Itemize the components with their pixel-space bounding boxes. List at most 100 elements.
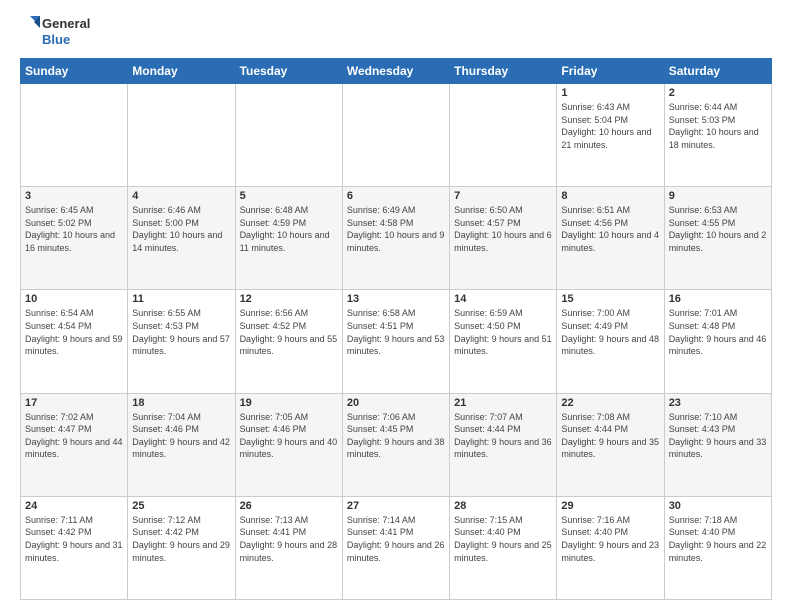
- day-number: 26: [240, 500, 338, 512]
- calendar-week-4: 17Sunrise: 7:02 AMSunset: 4:47 PMDayligh…: [21, 393, 772, 496]
- calendar-week-3: 10 Sunrise: 6:54 AMSunset: 4:54 PMDayligh…: [21, 290, 772, 393]
- header: General Blue: [20, 16, 772, 48]
- day-number: 5: [240, 190, 338, 202]
- day-number: 1: [561, 87, 659, 99]
- logo-graphic: [20, 16, 40, 48]
- day-info: Sunrise: 7:13 AMSunset: 4:41 PMDaylight:…: [240, 514, 338, 564]
- day-number: 16: [669, 293, 767, 305]
- day-number: 12: [240, 293, 338, 305]
- calendar-cell: 16 Sunrise: 7:01 AMSunset: 4:48 PMDayligh…: [664, 290, 771, 393]
- calendar-cell: [21, 84, 128, 187]
- calendar-cell: 7Sunrise: 6:50 AMSunset: 4:57 PMDaylight…: [450, 187, 557, 290]
- calendar-cell: 14 Sunrise: 6:59 AMSunset: 4:50 PMDayligh…: [450, 290, 557, 393]
- calendar-cell: 28 Sunrise: 7:15 AMSunset: 4:40 PMDayligh…: [450, 496, 557, 599]
- calendar-cell: 13Sunrise: 6:58 AMSunset: 4:51 PMDayligh…: [342, 290, 449, 393]
- calendar-cell: 12 Sunrise: 6:56 AMSunset: 4:52 PMDayligh…: [235, 290, 342, 393]
- calendar-cell: [235, 84, 342, 187]
- calendar-cell: 11Sunrise: 6:55 AMSunset: 4:53 PMDayligh…: [128, 290, 235, 393]
- calendar-cell: 1Sunrise: 6:43 AMSunset: 5:04 PMDaylight…: [557, 84, 664, 187]
- calendar-cell: 27Sunrise: 7:14 AMSunset: 4:41 PMDayligh…: [342, 496, 449, 599]
- logo-container: General Blue: [20, 16, 90, 48]
- day-number: 3: [25, 190, 123, 202]
- weekday-thursday: Thursday: [450, 59, 557, 84]
- day-number: 15: [561, 293, 659, 305]
- day-info: Sunrise: 6:54 AMSunset: 4:54 PMDaylight:…: [25, 307, 123, 357]
- calendar-cell: [450, 84, 557, 187]
- day-info: Sunrise: 7:06 AMSunset: 4:45 PMDaylight:…: [347, 411, 445, 461]
- day-info: Sunrise: 7:18 AMSunset: 4:40 PMDaylight:…: [669, 514, 767, 564]
- weekday-sunday: Sunday: [21, 59, 128, 84]
- calendar-cell: 22Sunrise: 7:08 AMSunset: 4:44 PMDayligh…: [557, 393, 664, 496]
- day-info: Sunrise: 7:00 AMSunset: 4:49 PMDaylight:…: [561, 307, 659, 357]
- day-number: 11: [132, 293, 230, 305]
- day-number: 10: [25, 293, 123, 305]
- day-info: Sunrise: 7:16 AMSunset: 4:40 PMDaylight:…: [561, 514, 659, 564]
- calendar-cell: 4Sunrise: 6:46 AMSunset: 5:00 PMDaylight…: [128, 187, 235, 290]
- day-info: Sunrise: 6:44 AMSunset: 5:03 PMDaylight:…: [669, 101, 767, 151]
- day-info: Sunrise: 6:56 AMSunset: 4:52 PMDaylight:…: [240, 307, 338, 357]
- day-number: 21: [454, 397, 552, 409]
- logo-text: General Blue: [42, 16, 90, 47]
- day-number: 2: [669, 87, 767, 99]
- day-info: Sunrise: 6:50 AMSunset: 4:57 PMDaylight:…: [454, 204, 552, 254]
- calendar-cell: 2 Sunrise: 6:44 AMSunset: 5:03 PMDaylight…: [664, 84, 771, 187]
- day-info: Sunrise: 7:02 AMSunset: 4:47 PMDaylight:…: [25, 411, 123, 461]
- calendar-cell: 5 Sunrise: 6:48 AMSunset: 4:59 PMDaylight…: [235, 187, 342, 290]
- day-info: Sunrise: 6:53 AMSunset: 4:55 PMDaylight:…: [669, 204, 767, 254]
- calendar-cell: 19 Sunrise: 7:05 AMSunset: 4:46 PMDayligh…: [235, 393, 342, 496]
- weekday-header-row: SundayMondayTuesdayWednesdayThursdayFrid…: [21, 59, 772, 84]
- calendar-week-1: 1Sunrise: 6:43 AMSunset: 5:04 PMDaylight…: [21, 84, 772, 187]
- day-number: 9: [669, 190, 767, 202]
- logo-general: General: [42, 16, 90, 32]
- calendar-page: General Blue SundayMondayTuesdayWednesda…: [0, 0, 792, 612]
- day-number: 18: [132, 397, 230, 409]
- calendar-cell: 25 Sunrise: 7:12 AMSunset: 4:42 PMDayligh…: [128, 496, 235, 599]
- day-info: Sunrise: 6:58 AMSunset: 4:51 PMDaylight:…: [347, 307, 445, 357]
- day-number: 25: [132, 500, 230, 512]
- weekday-friday: Friday: [557, 59, 664, 84]
- calendar-cell: 17Sunrise: 7:02 AMSunset: 4:47 PMDayligh…: [21, 393, 128, 496]
- day-number: 20: [347, 397, 445, 409]
- calendar-cell: 9 Sunrise: 6:53 AMSunset: 4:55 PMDaylight…: [664, 187, 771, 290]
- calendar-cell: 24 Sunrise: 7:11 AMSunset: 4:42 PMDayligh…: [21, 496, 128, 599]
- calendar-cell: 10 Sunrise: 6:54 AMSunset: 4:54 PMDayligh…: [21, 290, 128, 393]
- day-number: 19: [240, 397, 338, 409]
- day-info: Sunrise: 7:04 AMSunset: 4:46 PMDaylight:…: [132, 411, 230, 461]
- day-number: 22: [561, 397, 659, 409]
- day-info: Sunrise: 6:48 AMSunset: 4:59 PMDaylight:…: [240, 204, 338, 254]
- logo-blue: Blue: [42, 32, 90, 48]
- day-number: 28: [454, 500, 552, 512]
- weekday-tuesday: Tuesday: [235, 59, 342, 84]
- calendar-cell: 8Sunrise: 6:51 AMSunset: 4:56 PMDaylight…: [557, 187, 664, 290]
- day-info: Sunrise: 6:51 AMSunset: 4:56 PMDaylight:…: [561, 204, 659, 254]
- day-info: Sunrise: 6:46 AMSunset: 5:00 PMDaylight:…: [132, 204, 230, 254]
- day-number: 29: [561, 500, 659, 512]
- day-info: Sunrise: 7:07 AMSunset: 4:44 PMDaylight:…: [454, 411, 552, 461]
- calendar-week-5: 24 Sunrise: 7:11 AMSunset: 4:42 PMDayligh…: [21, 496, 772, 599]
- day-info: Sunrise: 7:01 AMSunset: 4:48 PMDaylight:…: [669, 307, 767, 357]
- weekday-monday: Monday: [128, 59, 235, 84]
- calendar-cell: 6Sunrise: 6:49 AMSunset: 4:58 PMDaylight…: [342, 187, 449, 290]
- day-number: 30: [669, 500, 767, 512]
- logo: General Blue: [20, 16, 90, 48]
- day-info: Sunrise: 7:05 AMSunset: 4:46 PMDaylight:…: [240, 411, 338, 461]
- day-number: 14: [454, 293, 552, 305]
- day-info: Sunrise: 7:15 AMSunset: 4:40 PMDaylight:…: [454, 514, 552, 564]
- day-info: Sunrise: 6:59 AMSunset: 4:50 PMDaylight:…: [454, 307, 552, 357]
- calendar-cell: 3Sunrise: 6:45 AMSunset: 5:02 PMDaylight…: [21, 187, 128, 290]
- day-info: Sunrise: 7:12 AMSunset: 4:42 PMDaylight:…: [132, 514, 230, 564]
- day-number: 6: [347, 190, 445, 202]
- day-info: Sunrise: 7:11 AMSunset: 4:42 PMDaylight:…: [25, 514, 123, 564]
- calendar-cell: [128, 84, 235, 187]
- day-info: Sunrise: 7:14 AMSunset: 4:41 PMDaylight:…: [347, 514, 445, 564]
- calendar-cell: 15 Sunrise: 7:00 AMSunset: 4:49 PMDayligh…: [557, 290, 664, 393]
- calendar-week-2: 3Sunrise: 6:45 AMSunset: 5:02 PMDaylight…: [21, 187, 772, 290]
- day-number: 24: [25, 500, 123, 512]
- calendar-cell: 30 Sunrise: 7:18 AMSunset: 4:40 PMDayligh…: [664, 496, 771, 599]
- weekday-saturday: Saturday: [664, 59, 771, 84]
- day-number: 23: [669, 397, 767, 409]
- day-info: Sunrise: 7:10 AMSunset: 4:43 PMDaylight:…: [669, 411, 767, 461]
- calendar-cell: [342, 84, 449, 187]
- calendar-cell: 20 Sunrise: 7:06 AMSunset: 4:45 PMDayligh…: [342, 393, 449, 496]
- calendar-table: SundayMondayTuesdayWednesdayThursdayFrid…: [20, 58, 772, 600]
